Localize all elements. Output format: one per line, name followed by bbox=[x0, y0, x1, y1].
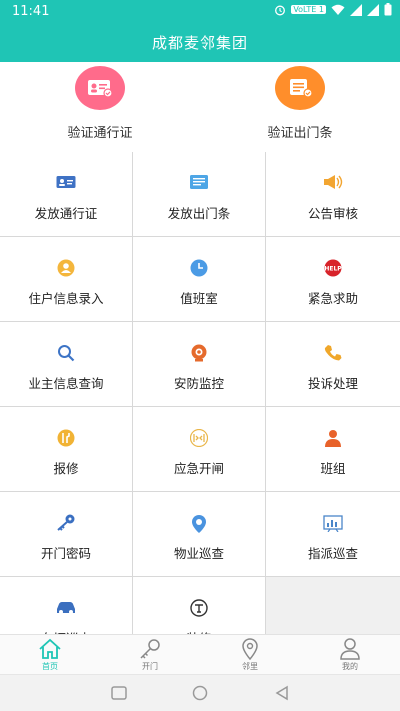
back-icon[interactable] bbox=[273, 684, 291, 702]
grid-item-issue-pass[interactable]: 发放通行证 bbox=[0, 152, 133, 237]
recent-apps-icon[interactable] bbox=[110, 684, 128, 702]
document-icon bbox=[133, 174, 265, 194]
grid-item-label: 业主信息查询 bbox=[28, 376, 104, 391]
grid-item-issue-exit-slip[interactable]: 发放出门条 bbox=[133, 152, 266, 237]
quick-actions: 验证通行证 验证出门条 bbox=[0, 62, 400, 152]
key-icon bbox=[140, 639, 160, 659]
clock-icon bbox=[133, 259, 265, 279]
verify-exit-slip-label: 验证出门条 bbox=[267, 126, 333, 141]
search-icon bbox=[0, 344, 132, 364]
grid-empty-cell bbox=[266, 577, 400, 634]
status-icons: VoLTE 1 bbox=[274, 3, 392, 16]
user-icon bbox=[340, 638, 360, 660]
tools-icon bbox=[133, 599, 265, 619]
grid-item-label: 开门密码 bbox=[40, 546, 91, 561]
tab-label: 邻里 bbox=[242, 662, 258, 671]
grid-item-announcement-review[interactable]: 公告审核 bbox=[266, 152, 400, 237]
gate-icon bbox=[133, 429, 265, 449]
tab-home[interactable]: 首页 bbox=[0, 635, 100, 675]
battery-icon bbox=[384, 3, 392, 16]
grid-item-label: 紧急求助 bbox=[307, 291, 358, 306]
megaphone-icon bbox=[266, 174, 400, 194]
home-icon bbox=[39, 638, 61, 659]
verify-exit-slip-button[interactable]: 验证出门条 bbox=[200, 66, 400, 148]
bottom-tab-bar: 首页 开门 邻里 我的 bbox=[0, 634, 400, 674]
key-icon bbox=[0, 514, 132, 534]
grid-item-label: 报修 bbox=[53, 461, 79, 476]
verify-pass-label: 验证通行证 bbox=[67, 126, 133, 141]
grid-item-renovation[interactable]: 装修 bbox=[133, 577, 266, 646]
svg-text:HELP: HELP bbox=[324, 266, 342, 273]
help-icon: HELP bbox=[266, 259, 400, 279]
grid-item-complaints[interactable]: 投诉处理 bbox=[266, 322, 400, 407]
repair-icon bbox=[0, 429, 132, 449]
verify-pass-button[interactable]: 验证通行证 bbox=[0, 66, 200, 148]
grid-item-label: 发放通行证 bbox=[34, 206, 98, 221]
grid-item-label: 安防监控 bbox=[173, 376, 224, 391]
id-card-icon bbox=[0, 174, 132, 194]
tab-mine[interactable]: 我的 bbox=[300, 635, 400, 675]
grid-item-duty-room[interactable]: 值班室 bbox=[133, 237, 266, 322]
grid-item-vehicle-patrol[interactable]: 车辆巡查 bbox=[0, 577, 133, 646]
pass-card-icon bbox=[75, 66, 125, 110]
location-icon bbox=[242, 638, 258, 660]
person-icon bbox=[266, 429, 400, 449]
grid-item-label: 发放出门条 bbox=[167, 206, 231, 221]
grid-item-label: 班组 bbox=[320, 461, 346, 476]
grid-item-property-patrol[interactable]: 物业巡查 bbox=[133, 492, 266, 577]
page-title: 成都麦邻集团 bbox=[151, 34, 248, 52]
grid-item-label: 投诉处理 bbox=[307, 376, 358, 391]
grid-item-label: 值班室 bbox=[180, 291, 218, 306]
signal-icon bbox=[350, 3, 362, 16]
phone-icon bbox=[266, 344, 400, 364]
status-bar: 11:41 VoLTE 1 bbox=[0, 0, 400, 24]
tab-label: 首页 bbox=[42, 662, 58, 671]
patrol-pin-icon bbox=[133, 514, 265, 534]
car-icon bbox=[0, 599, 132, 619]
grid-item-label: 指派巡查 bbox=[307, 546, 358, 561]
tab-label: 开门 bbox=[142, 662, 158, 671]
grid-item-door-password[interactable]: 开门密码 bbox=[0, 492, 133, 577]
status-time: 11:41 bbox=[12, 4, 50, 19]
home-button-icon[interactable] bbox=[191, 684, 209, 702]
chart-board-icon bbox=[266, 514, 400, 534]
exit-slip-icon bbox=[275, 66, 325, 110]
grid-item-team[interactable]: 班组 bbox=[266, 407, 400, 492]
system-nav-bar bbox=[0, 674, 400, 711]
signal-icon bbox=[367, 3, 379, 16]
alarm-icon bbox=[275, 5, 286, 15]
network-badge: VoLTE 1 bbox=[291, 5, 326, 14]
grid-item-resident-entry[interactable]: 住户信息录入 bbox=[0, 237, 133, 322]
grid-item-emergency-gate[interactable]: 应急开闸 bbox=[133, 407, 266, 492]
camera-icon bbox=[133, 344, 265, 364]
grid-item-repair[interactable]: 报修 bbox=[0, 407, 133, 492]
tab-open-door[interactable]: 开门 bbox=[100, 635, 200, 675]
grid-item-label: 公告审核 bbox=[307, 206, 358, 221]
grid-item-assign-patrol[interactable]: 指派巡查 bbox=[266, 492, 400, 577]
grid-item-security-monitor[interactable]: 安防监控 bbox=[133, 322, 266, 407]
grid-item-emergency-help[interactable]: HELP 紧急求助 bbox=[266, 237, 400, 322]
app-header: 成都麦邻集团 bbox=[0, 24, 400, 62]
tab-label: 我的 bbox=[342, 662, 358, 671]
grid-item-label: 住户信息录入 bbox=[28, 291, 104, 306]
wifi-icon bbox=[331, 4, 345, 15]
resident-icon bbox=[0, 259, 132, 279]
grid-item-label: 物业巡查 bbox=[173, 546, 224, 561]
grid-item-owner-query[interactable]: 业主信息查询 bbox=[0, 322, 133, 407]
tab-neighbors[interactable]: 邻里 bbox=[200, 635, 300, 675]
grid-item-label: 应急开闸 bbox=[173, 461, 224, 476]
